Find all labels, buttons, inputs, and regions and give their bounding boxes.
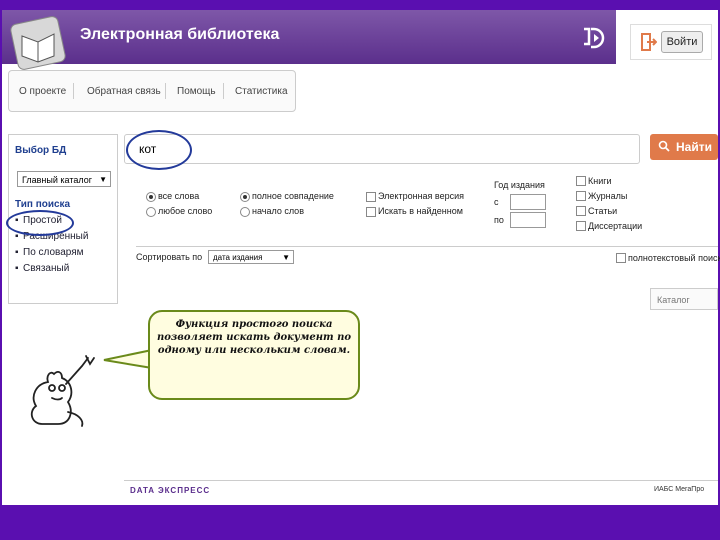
db-label: Выбор БД (15, 145, 67, 156)
checkbox-fulltext[interactable] (616, 253, 626, 263)
find-button[interactable]: Найти (650, 134, 718, 160)
checkbox-books-label: Книги (588, 176, 612, 186)
search-input[interactable] (139, 141, 619, 157)
radio-exact-match[interactable] (240, 192, 250, 202)
sort-select-value: дата издания (213, 253, 263, 262)
sort-label: Сортировать по (136, 252, 203, 262)
chevron-down-icon: ▼ (99, 175, 107, 184)
sort-select[interactable]: дата издания ▼ (208, 250, 294, 264)
footer-logo-megapro: ИАБС МегаПро (654, 486, 705, 493)
search-icon (658, 140, 670, 152)
checkbox-journals[interactable] (576, 191, 586, 201)
login-panel: Войти (630, 24, 712, 60)
header-bar: Электронная библиотека (2, 10, 616, 64)
radio-all-words-label: все слова (158, 191, 200, 201)
year-to-label: по (494, 215, 504, 225)
book-logo-icon (10, 16, 66, 70)
year-from-input[interactable] (510, 194, 546, 210)
callout-bubble: Функция простого поиска позволяет искать… (148, 310, 360, 400)
radio-any-word-label: любое слово (158, 206, 213, 216)
year-from-label: с (494, 197, 499, 207)
footer-divider (124, 480, 718, 481)
checkbox-articles[interactable] (576, 206, 586, 216)
library-page: Электронная библиотека Войти О проекте О… (2, 10, 720, 505)
callout-text: Функция простого поиска позволяет искать… (156, 319, 352, 356)
checkbox-books[interactable] (576, 176, 586, 186)
login-button[interactable]: Войти (661, 31, 703, 53)
search-box (124, 134, 640, 164)
search-type-label: Тип поиска (15, 199, 71, 210)
slide-background: Электронная библиотека Войти О проекте О… (0, 0, 720, 540)
year-label: Год издания (494, 180, 545, 190)
chevron-down-icon: ▼ (282, 253, 290, 262)
radio-exact-match-label: полное совпадение (252, 191, 334, 201)
search-type-dictionaries[interactable]: По словарям (23, 247, 84, 258)
cat-drawing-icon (30, 355, 95, 427)
page-title: Электронная библиотека (80, 26, 280, 43)
top-nav: О проекте Обратная связь Помощь Статисти… (8, 70, 296, 112)
radio-all-words[interactable] (146, 192, 156, 202)
checkbox-dissertations-label: Диссертации (588, 221, 643, 231)
highlight-ellipse (126, 130, 192, 170)
search-type-linked[interactable]: Связаный (23, 263, 69, 274)
checkbox-search-found[interactable] (366, 207, 376, 217)
jd-logo-icon (584, 27, 605, 49)
nav-item-feedback[interactable]: Обратная связь (87, 86, 161, 97)
checkbox-electronic-label: Электронная версия (378, 191, 465, 201)
bullet-icon: ▪ (15, 263, 19, 274)
nav-item-about[interactable]: О проекте (19, 86, 66, 97)
checkbox-fulltext-label: полнотекстовый поиск (628, 253, 720, 263)
divider (136, 246, 718, 247)
highlight-ellipse (6, 210, 74, 236)
checkbox-articles-label: Статьи (588, 206, 618, 216)
radio-word-start[interactable] (240, 207, 250, 217)
door-enter-icon (641, 33, 657, 51)
year-to-input[interactable] (510, 212, 546, 228)
radio-word-start-label: начало слов (252, 206, 304, 216)
nav-divider (223, 83, 224, 99)
nav-divider (73, 83, 74, 99)
bullet-icon: ▪ (15, 247, 19, 258)
nav-item-stats[interactable]: Статистика (235, 86, 288, 97)
checkbox-electronic[interactable] (366, 192, 376, 202)
checkbox-search-found-label: Искать в найденном (378, 206, 463, 216)
footer-logo-data-express: DATA ЭКСПРЕСС (130, 486, 211, 495)
nav-divider (165, 83, 166, 99)
checkbox-dissertations[interactable] (576, 221, 586, 231)
radio-any-word[interactable] (146, 207, 156, 217)
nav-item-help[interactable]: Помощь (177, 86, 216, 97)
find-button-label: Найти (676, 140, 712, 154)
db-select[interactable]: Главный каталог ▼ (17, 171, 111, 187)
catalog-button[interactable]: Каталог (650, 288, 718, 310)
checkbox-journals-label: Журналы (588, 191, 628, 201)
db-select-value: Главный каталог (22, 175, 92, 185)
callout-tail (103, 349, 153, 369)
